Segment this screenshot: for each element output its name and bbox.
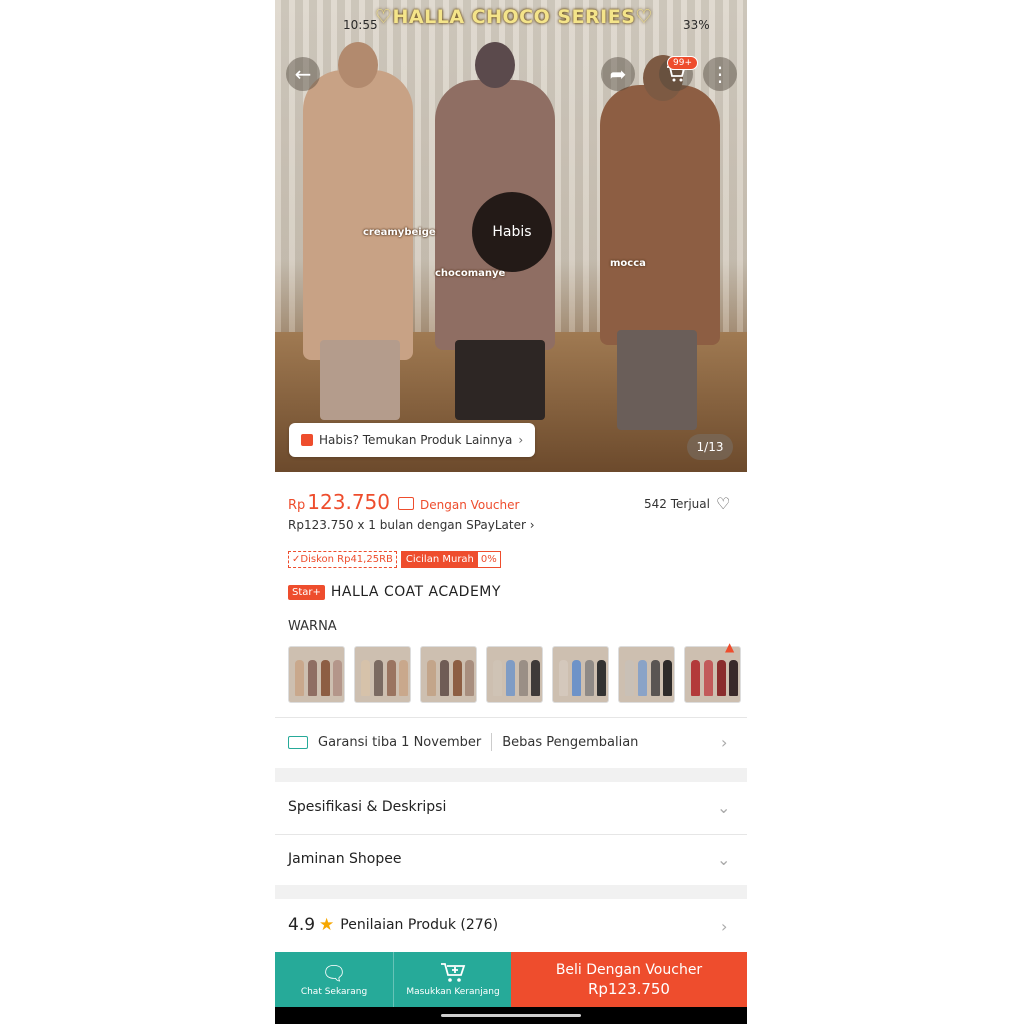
sold-out-badge: Habis <box>472 192 552 272</box>
paylater-link[interactable]: Rp123.750 x 1 bulan dengan SPayLater › <box>288 518 535 532</box>
shop-bag-icon <box>301 434 313 446</box>
chevron-down-icon: ⌄ <box>717 850 731 869</box>
arrow-left-icon: ← <box>294 62 312 86</box>
shop-badge: Star+ <box>288 584 325 600</box>
section-gap <box>275 768 747 782</box>
buy-with-voucher-button[interactable]: Beli Dengan Voucher Rp123.750 <box>511 952 747 1007</box>
divider <box>275 717 747 718</box>
voucher-icon <box>398 497 415 510</box>
model-skirt-1 <box>320 340 400 420</box>
section-gap <box>275 885 747 899</box>
color-tag-3: mocca <box>610 258 646 269</box>
share-icon: ➦ <box>609 62 627 86</box>
color-tag-2: chocomanye <box>435 268 506 279</box>
discount-chip: ✓Diskon Rp41,25RB <box>288 551 397 568</box>
find-other-products-button[interactable]: Habis? Temukan Produk Lainnya › <box>289 423 536 457</box>
back-button[interactable]: ← <box>286 57 320 91</box>
paylater-text: Rp123.750 x 1 bulan dengan SPayLater <box>288 518 526 532</box>
shipping-guarantee: Garansi tiba 1 November <box>318 734 482 750</box>
divider <box>275 834 747 835</box>
variant-thumbnail[interactable] <box>288 646 345 703</box>
voucher-label: Dengan Voucher <box>420 498 520 512</box>
free-returns: Bebas Pengembalian <box>502 734 639 750</box>
rating-score: 4.9 <box>288 915 316 935</box>
price-value: 123.750 <box>307 490 391 514</box>
product-image-carousel[interactable]: creamybeige chocomanye mocca 10:55 33% ♡… <box>275 0 747 472</box>
chevron-down-icon: ⌄ <box>717 798 731 817</box>
chat-label: Chat Sekarang <box>300 987 368 997</box>
promo-chips: ✓Diskon Rp41,25RB Cicilan Murah 0% <box>288 551 501 568</box>
find-other-label: Habis? Temukan Produk Lainnya <box>319 433 513 447</box>
shop-row[interactable]: Star+ HALLA COAT ACADEMY <box>288 584 501 600</box>
chevron-right-icon: › <box>721 917 728 936</box>
model-head-2 <box>475 42 515 88</box>
series-title: ♡HALLA CHOCO SERIES♡ <box>375 6 653 28</box>
chevron-right-icon: › <box>529 518 535 532</box>
more-options-button[interactable]: ⋮ <box>703 57 737 91</box>
model-skirt-2 <box>455 340 545 420</box>
add-to-cart-label: Masukkan Keranjang <box>406 987 500 997</box>
chat-bubble-icon: 🗨 <box>321 961 347 985</box>
installment-chip-label: Cicilan Murah <box>401 552 478 567</box>
variant-thumbnails <box>288 646 741 703</box>
installment-chip-value: 0% <box>480 554 497 565</box>
image-counter: 1/13 <box>687 434 733 460</box>
truck-icon <box>288 735 308 749</box>
shop-name: HALLA COAT ACADEMY <box>330 584 501 600</box>
installment-chip: Cicilan Murah 0% <box>400 551 501 568</box>
variant-thumbnail[interactable] <box>354 646 411 703</box>
variant-heading: WARNA <box>288 619 337 634</box>
model-figure-1 <box>303 70 413 360</box>
divider <box>491 733 493 751</box>
variant-thumbnail[interactable] <box>618 646 675 703</box>
bottom-action-bar: 🗨 Chat Sekarang Masukkan Keranjang Beli … <box>275 952 747 1007</box>
spec-description-row[interactable]: Spesifikasi & Deskripsi <box>288 799 446 815</box>
price-row: Rp 123.750 Dengan Voucher <box>288 490 519 514</box>
fire-icon: ▲ <box>725 640 735 654</box>
chevron-right-icon: › <box>518 433 524 447</box>
discount-chip-text: Diskon Rp41,25RB <box>300 554 393 565</box>
color-tag-1: creamybeige <box>363 227 436 238</box>
heart-icon[interactable]: ♡ <box>716 494 730 513</box>
rating-label: Penilaian Produk (276) <box>340 917 499 933</box>
chat-button[interactable]: 🗨 Chat Sekarang <box>275 952 393 1007</box>
more-vertical-icon: ⋮ <box>710 62 730 86</box>
variant-thumbnail[interactable] <box>552 646 609 703</box>
price-currency: Rp <box>288 498 306 513</box>
product-page: creamybeige chocomanye mocca 10:55 33% ♡… <box>275 0 747 1024</box>
home-gesture-handle[interactable] <box>441 1014 581 1017</box>
star-icon: ★ <box>319 915 335 935</box>
sold-count: 542 Terjual <box>644 497 710 511</box>
shipping-row[interactable]: Garansi tiba 1 November Bebas Pengembali… <box>288 733 638 751</box>
cart-count-badge: 99+ <box>667 56 698 70</box>
model-skirt-3 <box>617 330 697 430</box>
add-cart-icon <box>441 963 466 982</box>
model-head-1 <box>338 42 378 88</box>
variant-thumbnail[interactable] <box>420 646 477 703</box>
rating-row[interactable]: 4.9 ★ Penilaian Produk (276) <box>288 915 498 935</box>
buy-label: Beli Dengan Voucher <box>555 961 703 978</box>
share-button[interactable]: ➦ <box>601 57 635 91</box>
status-battery: 33% <box>683 18 710 32</box>
shopee-guarantee-row[interactable]: Jaminan Shopee <box>288 851 401 867</box>
variant-thumbnail[interactable] <box>486 646 543 703</box>
add-to-cart-button[interactable]: Masukkan Keranjang <box>393 952 512 1007</box>
variant-thumbnail[interactable] <box>684 646 741 703</box>
status-time: 10:55 <box>343 18 378 32</box>
buy-price: Rp123.750 <box>588 979 670 998</box>
model-figure-3 <box>600 85 720 345</box>
chevron-right-icon: › <box>721 733 728 752</box>
sold-out-label: Habis <box>492 224 532 240</box>
